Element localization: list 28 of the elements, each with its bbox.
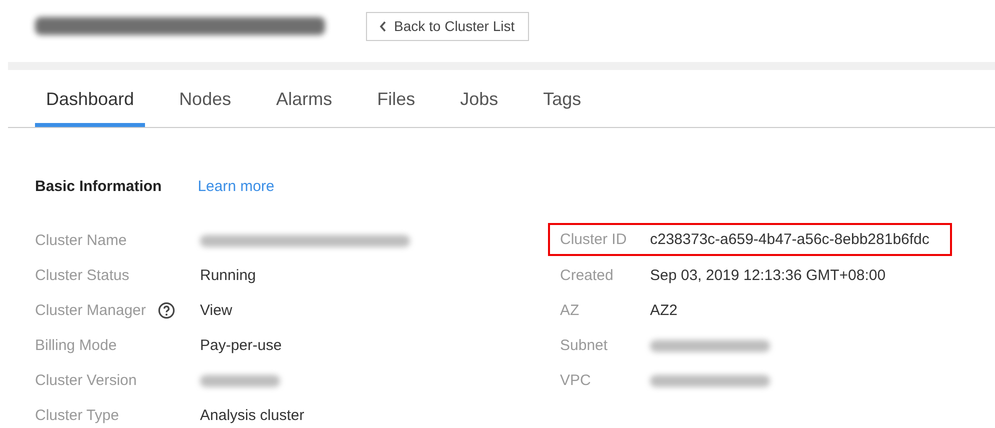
back-button[interactable]: Back to Cluster List (366, 12, 529, 40)
field-label: Cluster Manager (35, 302, 146, 319)
tab[interactable]: Tags (532, 70, 592, 127)
field-label: Cluster Version (35, 372, 137, 389)
field-label: Subnet (560, 337, 608, 354)
field-label: Cluster Name (35, 232, 127, 249)
field-label: Cluster Type (35, 407, 119, 424)
tab[interactable]: Jobs (449, 70, 510, 127)
field-label: Cluster ID (560, 231, 627, 248)
tab[interactable]: Files (366, 70, 426, 127)
tab[interactable]: Dashboard (35, 70, 146, 127)
field-value: Pay-per-use (200, 337, 282, 354)
field-label: VPC (560, 372, 591, 389)
field-label: Created (560, 267, 614, 284)
field-label: Billing Mode (35, 337, 117, 354)
help-icon[interactable] (158, 302, 175, 319)
field-label: Cluster Status (35, 267, 130, 284)
field-value: Analysis cluster (200, 407, 304, 424)
tab[interactable]: Alarms (265, 70, 344, 127)
field-value: Sep 03, 2019 12:13:36 GMT+08:00 (650, 267, 886, 284)
view-link[interactable]: View (200, 302, 232, 319)
field-label: AZ (560, 302, 580, 319)
field-value: AZ2 (650, 302, 678, 319)
chevron-left-icon (379, 20, 387, 32)
section-title: Basic Information (35, 178, 162, 195)
tab[interactable]: Nodes (168, 70, 242, 127)
field-value: c238373c-a659-4b47-a56c-8ebb281b6fdc (650, 231, 930, 248)
field-value: Running (200, 267, 256, 284)
